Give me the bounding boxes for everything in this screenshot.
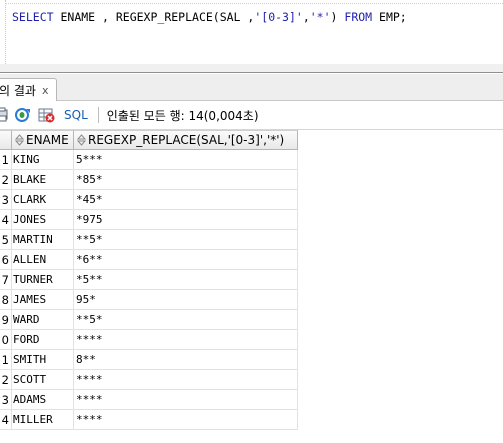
cell-ename[interactable]: SMITH: [12, 350, 74, 370]
result-tab-strip: 의 결과 x: [0, 74, 503, 101]
cell-ename[interactable]: MARTIN: [12, 230, 74, 250]
row-number[interactable]: 4: [0, 210, 12, 230]
row-number[interactable]: 7: [0, 270, 12, 290]
result-grid[interactable]: ENAME REGEXP_REPLACE(SAL,'[0-3]','*') 1K…: [0, 130, 503, 443]
tab-query-result[interactable]: 의 결과 x: [0, 78, 58, 101]
sql-token: EMP;: [372, 10, 407, 24]
cell-ename[interactable]: FORD: [12, 330, 74, 350]
cell-regexp-value[interactable]: ****: [74, 410, 298, 430]
sql-token: '[0-3]': [254, 10, 303, 24]
sort-icon[interactable]: [14, 134, 25, 146]
grid-header: ENAME REGEXP_REPLACE(SAL,'[0-3]','*'): [0, 130, 298, 150]
sql-token: FROM: [344, 10, 373, 24]
table-row[interactable]: 4 JONES *975: [0, 210, 298, 230]
row-number[interactable]: 2: [0, 370, 12, 390]
cell-regexp-value[interactable]: 5***: [74, 150, 298, 170]
cell-regexp-value[interactable]: *975: [74, 210, 298, 230]
cell-regexp-value[interactable]: ****: [74, 370, 298, 390]
cell-ename[interactable]: SCOTT: [12, 370, 74, 390]
grid-rows: 1 KING 5*** 2 BLAKE *85* 3 CLARK *45* 4 JONES *975 5…: [0, 150, 298, 430]
sort-icon[interactable]: [76, 134, 87, 146]
sql-token: ENAME , REGEXP_REPLACE(SAL ,: [53, 10, 255, 24]
cell-ename[interactable]: JONES: [12, 210, 74, 230]
sql-token: ,: [302, 10, 310, 24]
sql-link[interactable]: SQL: [64, 108, 88, 122]
sql-icon[interactable]: [38, 107, 56, 123]
table-row[interactable]: 6 ALLEN *6**: [0, 250, 298, 270]
close-icon[interactable]: x: [42, 84, 49, 97]
row-number[interactable]: 8: [0, 290, 12, 310]
table-row[interactable]: 0 FORD ****: [0, 330, 298, 350]
cell-regexp-value[interactable]: 8**: [74, 350, 298, 370]
editor-guide-line-top: [5, 3, 503, 4]
row-number[interactable]: 0: [0, 330, 12, 350]
column-header-ename[interactable]: ENAME: [12, 130, 74, 150]
table-row[interactable]: 1 SMITH 8**: [0, 350, 298, 370]
editor-guide-line: [5, 0, 6, 72]
tab-query-result-label: 의 결과: [0, 83, 36, 98]
sql-statement[interactable]: SELECT ENAME , REGEXP_REPLACE(SAL ,'[0-3…: [12, 10, 407, 24]
cell-ename[interactable]: CLARK: [12, 190, 74, 210]
sql-token: '*': [309, 10, 331, 24]
cell-regexp-value[interactable]: *6**: [74, 250, 298, 270]
table-row[interactable]: 9 WARD **5*: [0, 310, 298, 330]
row-number[interactable]: 4: [0, 410, 12, 430]
cell-ename[interactable]: TURNER: [12, 270, 74, 290]
row-number[interactable]: 3: [0, 390, 12, 410]
cell-regexp-value[interactable]: 95*: [74, 290, 298, 310]
refresh-icon[interactable]: [14, 107, 32, 123]
row-number[interactable]: 9: [0, 310, 12, 330]
row-number[interactable]: 3: [0, 190, 12, 210]
row-number[interactable]: 1: [0, 150, 12, 170]
cell-regexp-value[interactable]: **5*: [74, 230, 298, 250]
table-row[interactable]: 5 MARTIN **5*: [0, 230, 298, 250]
sql-token: ): [330, 10, 345, 24]
cell-ename[interactable]: WARD: [12, 310, 74, 330]
table-row[interactable]: 7 TURNER *5**: [0, 270, 298, 290]
table-row[interactable]: 3 CLARK *45*: [0, 190, 298, 210]
cell-regexp-value[interactable]: *45*: [74, 190, 298, 210]
cell-ename[interactable]: MILLER: [12, 410, 74, 430]
cell-ename[interactable]: ADAMS: [12, 390, 74, 410]
editor-horizontal-scrollbar[interactable]: [0, 64, 503, 72]
table-row[interactable]: 2 SCOTT ****: [0, 370, 298, 390]
row-number[interactable]: 2: [0, 170, 12, 190]
cell-regexp-value[interactable]: ****: [74, 330, 298, 350]
table-row[interactable]: 1 KING 5***: [0, 150, 298, 170]
column-header-label: ENAME: [26, 133, 69, 147]
sql-editor[interactable]: SELECT ENAME , REGEXP_REPLACE(SAL ,'[0-3…: [0, 0, 503, 73]
table-row[interactable]: 8 JAMES 95*: [0, 290, 298, 310]
cell-ename[interactable]: ALLEN: [12, 250, 74, 270]
row-number[interactable]: 5: [0, 230, 12, 250]
toolbar-separator: [97, 107, 99, 123]
cell-regexp-value[interactable]: *5**: [74, 270, 298, 290]
table-row[interactable]: 4 MILLER ****: [0, 410, 298, 430]
column-header-regexp[interactable]: REGEXP_REPLACE(SAL,'[0-3]','*'): [74, 130, 298, 150]
cell-ename[interactable]: KING: [12, 150, 74, 170]
row-number-header: [0, 130, 12, 150]
cell-ename[interactable]: JAMES: [12, 290, 74, 310]
row-number[interactable]: 6: [0, 250, 12, 270]
cell-regexp-value[interactable]: **5*: [74, 310, 298, 330]
cell-regexp-value[interactable]: *85*: [74, 170, 298, 190]
cell-regexp-value[interactable]: ****: [74, 390, 298, 410]
fetch-status-text: 인출된 모든 행: 14(0,004초): [106, 108, 259, 123]
result-toolbar: SQL 인출된 모든 행: 14(0,004초): [0, 101, 503, 130]
row-number[interactable]: 1: [0, 350, 12, 370]
column-header-label: REGEXP_REPLACE(SAL,'[0-3]','*'): [88, 133, 285, 147]
print-icon[interactable]: [0, 107, 8, 123]
cell-ename[interactable]: BLAKE: [12, 170, 74, 190]
table-row[interactable]: 2 BLAKE *85*: [0, 170, 298, 190]
sql-token: SELECT: [12, 10, 54, 24]
table-row[interactable]: 3 ADAMS ****: [0, 390, 298, 410]
